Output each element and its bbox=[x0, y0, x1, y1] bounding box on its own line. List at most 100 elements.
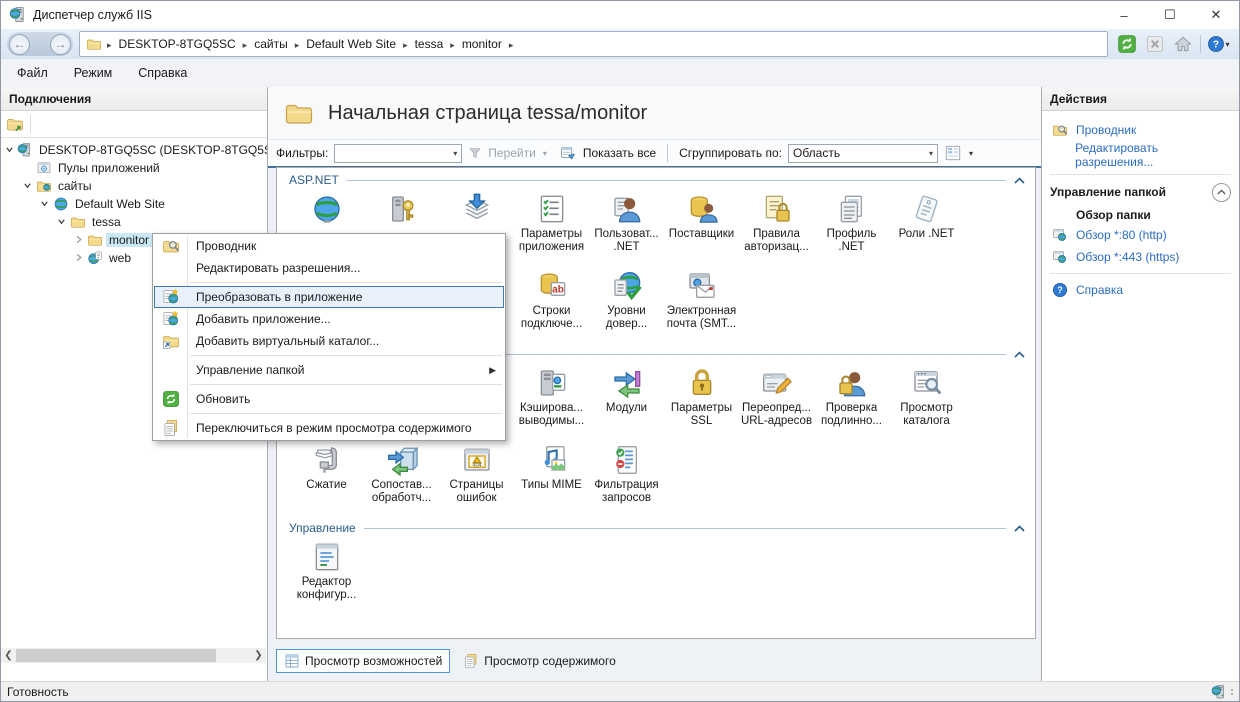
menu-Режим[interactable]: Режим bbox=[74, 66, 113, 80]
feature-item[interactable]: Параметры SSL bbox=[664, 367, 739, 428]
feature-item[interactable]: Типы MIME bbox=[514, 444, 589, 505]
feature-item[interactable]: Роли .NET bbox=[889, 193, 964, 254]
context-menu-item[interactable]: Обновить bbox=[154, 388, 504, 410]
filter-combobox[interactable]: ▾ bbox=[334, 144, 462, 163]
feature-item[interactable]: Поставщики bbox=[664, 193, 739, 254]
close-button[interactable]: ✕ bbox=[1193, 1, 1239, 29]
ssl-settings-icon bbox=[686, 367, 718, 399]
view-grid-icon[interactable] bbox=[944, 144, 962, 162]
context-menu-item[interactable]: Проводник bbox=[154, 235, 504, 257]
menu-Справка[interactable]: Справка bbox=[138, 66, 187, 80]
feature-item[interactable]: Сопостав... обработч... bbox=[364, 444, 439, 505]
go-dropdown-icon[interactable]: ▾ bbox=[543, 149, 547, 158]
group-by-combobox[interactable]: Область▾ bbox=[788, 144, 938, 163]
feature-item[interactable]: Уровни довер... bbox=[589, 270, 664, 331]
context-menu-item[interactable]: Добавить приложение... bbox=[154, 308, 504, 330]
feature-item[interactable]: abСтроки подключе... bbox=[514, 270, 589, 331]
toolbar-divider bbox=[30, 115, 31, 133]
actions-separator bbox=[1050, 273, 1231, 274]
feature-item[interactable]: Переопред... URL-адресов bbox=[739, 367, 814, 428]
context-menu-item[interactable]: Переключиться в режим просмотра содержим… bbox=[154, 417, 504, 439]
feature-item[interactable]: Электронная почта (SMT... bbox=[664, 270, 739, 331]
feature-item-label: Переопред... URL-адресов bbox=[739, 402, 814, 428]
refresh-icon[interactable] bbox=[1116, 34, 1138, 54]
minimize-button[interactable]: – bbox=[1101, 1, 1147, 29]
scrollbar-thumb[interactable] bbox=[16, 649, 216, 662]
feature-item[interactable]: 404Страницы ошибок bbox=[439, 444, 514, 505]
breadcrumb-item[interactable]: monitor bbox=[462, 37, 502, 51]
view-dropdown-icon[interactable]: ▾ bbox=[969, 149, 973, 158]
show-all-button[interactable]: Показать все bbox=[583, 146, 656, 160]
context-menu-item[interactable]: Управление папкой▶ bbox=[154, 359, 504, 381]
tree-item[interactable]: Default Web Site bbox=[1, 195, 267, 213]
feature-item[interactable]: Фильтрация запросов bbox=[589, 444, 664, 505]
go-button[interactable]: Перейти bbox=[488, 146, 536, 160]
tree-item[interactable]: tessa bbox=[1, 213, 267, 231]
action-link[interactable]: Обзор *:443 (https) bbox=[1050, 246, 1231, 268]
collapse-section-icon[interactable] bbox=[1014, 351, 1025, 358]
scroll-right-arrow-icon[interactable]: ❯ bbox=[251, 650, 266, 661]
feature-item[interactable]: Сжатие bbox=[289, 444, 364, 505]
feature-item-label: Кэширова... выводимы... bbox=[514, 402, 589, 428]
feature-item[interactable]: Пользоват... .NET bbox=[589, 193, 664, 254]
actions-panel: Действия ПроводникРедактировать разрешен… bbox=[1041, 87, 1239, 681]
breadcrumb-item[interactable]: DESKTOP-8TGQ5SC bbox=[119, 37, 236, 51]
feature-item[interactable]: Модули bbox=[589, 367, 664, 428]
back-button[interactable]: ← bbox=[9, 34, 30, 55]
collapse-icon[interactable] bbox=[22, 179, 33, 193]
collapse-section-icon[interactable] bbox=[1014, 177, 1025, 184]
action-link[interactable]: Проводник bbox=[1050, 119, 1231, 141]
breadcrumb-separator-icon: ▸ bbox=[107, 40, 112, 50]
home-icon[interactable] bbox=[1172, 34, 1194, 54]
toolbar-divider bbox=[667, 144, 668, 162]
menu-Файл[interactable]: Файл bbox=[17, 66, 48, 80]
feature-item[interactable]: Редактор конфигур... bbox=[289, 541, 364, 602]
feature-item[interactable]: Проверка подлинно... bbox=[814, 367, 889, 428]
expand-icon[interactable] bbox=[73, 233, 84, 247]
context-menu-item-label: Преобразовать в приложение bbox=[196, 290, 362, 304]
feature-item[interactable]: Профиль .NET bbox=[814, 193, 889, 254]
help-button[interactable]: ?▾ bbox=[1207, 34, 1229, 54]
show-all-icon bbox=[559, 144, 577, 162]
tree-item[interactable]: DESKTOP-8TGQ5SC (DESKTOP-8TGQ5SC\v bbox=[1, 141, 267, 159]
collapse-section-icon[interactable] bbox=[1014, 525, 1025, 532]
tree-item[interactable]: сайты bbox=[1, 177, 267, 195]
tab-content-view[interactable]: Просмотр содержимого bbox=[456, 650, 622, 672]
breadcrumb-item[interactable]: Default Web Site bbox=[306, 37, 396, 51]
expand-icon[interactable] bbox=[73, 251, 84, 265]
action-link[interactable]: ?Справка bbox=[1050, 279, 1231, 301]
breadcrumb-item[interactable]: tessa bbox=[415, 37, 444, 51]
collapse-icon[interactable] bbox=[56, 215, 67, 229]
feature-item[interactable]: Просмотр каталога bbox=[889, 367, 964, 428]
breadcrumb-separator-icon: ▸ bbox=[295, 40, 300, 50]
collapse-icon[interactable] bbox=[5, 143, 14, 157]
collapse-group-icon[interactable] bbox=[1212, 183, 1231, 202]
scroll-left-arrow-icon[interactable]: ❮ bbox=[1, 650, 16, 661]
create-connection-icon[interactable] bbox=[6, 115, 24, 133]
feature-item[interactable]: Кэширова... выводимы... bbox=[514, 367, 589, 428]
actions-group-title: Управление папкой bbox=[1050, 185, 1166, 199]
collapse-icon[interactable] bbox=[39, 197, 50, 211]
action-link[interactable]: Редактировать разрешения... bbox=[1050, 141, 1231, 169]
tree-horizontal-scrollbar[interactable]: ❮ ❯ bbox=[1, 648, 266, 663]
tab-features-view[interactable]: Просмотр возможностей bbox=[276, 649, 450, 673]
help-icon: ? bbox=[1207, 35, 1225, 53]
feature-item[interactable]: Параметры приложения bbox=[514, 193, 589, 254]
action-link[interactable]: Обзор *:80 (http) bbox=[1050, 224, 1231, 246]
feature-item[interactable]: Правила авторизац... bbox=[739, 193, 814, 254]
iis-logo-icon bbox=[1211, 684, 1227, 700]
resize-grip[interactable] bbox=[1231, 689, 1233, 695]
filter-toolbar: Фильтры: ▾ Перейти ▾ Показать все Сгрупп… bbox=[268, 139, 1041, 168]
maximize-button[interactable]: ☐ bbox=[1147, 1, 1193, 29]
breadcrumb[interactable]: ▸DESKTOP-8TGQ5SC▸сайты▸Default Web Site▸… bbox=[79, 31, 1108, 57]
net-profile-icon bbox=[836, 193, 868, 225]
tree-item[interactable]: Пулы приложений bbox=[1, 159, 267, 177]
tab-label: Просмотр возможностей bbox=[305, 654, 442, 668]
forward-button[interactable]: → bbox=[50, 34, 71, 55]
context-menu-item[interactable]: Добавить виртуальный каталог... bbox=[154, 330, 504, 352]
context-menu-item[interactable]: Преобразовать в приложение bbox=[154, 286, 504, 308]
context-menu-item[interactable]: Редактировать разрешения... bbox=[154, 257, 504, 279]
view-tabs: Просмотр возможностей Просмотр содержимог… bbox=[276, 649, 623, 673]
action-link-label: Проводник bbox=[1076, 123, 1136, 137]
breadcrumb-item[interactable]: сайты bbox=[254, 37, 288, 51]
